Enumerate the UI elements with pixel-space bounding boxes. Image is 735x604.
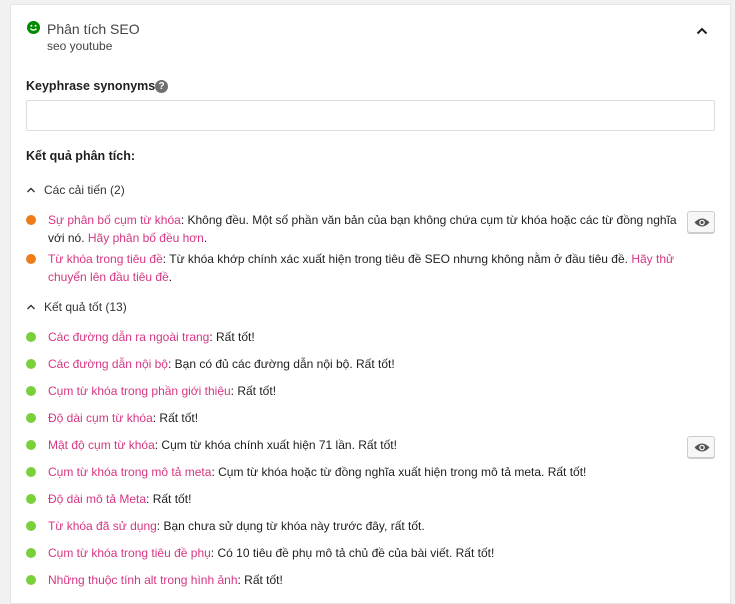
result-link[interactable]: Độ dài cụm từ khóa (48, 411, 153, 425)
good-bullet-icon (26, 440, 36, 450)
result-link[interactable]: Những thuộc tính alt trong hình ảnh (48, 573, 238, 587)
result-link[interactable]: Cụm từ khóa trong tiêu đề phụ (48, 546, 211, 560)
focus-keyphrase: seo youtube (47, 39, 113, 53)
result-text: : Rất tốt! (146, 492, 192, 506)
result-text: : Cụm từ khóa hoặc từ đồng nghĩa xuất hi… (211, 465, 587, 479)
eye-icon (694, 218, 710, 227)
improvements-label: Các cải tiến (2) (44, 183, 125, 197)
good-results-label: Kết quả tốt (13) (44, 300, 127, 314)
result-text: : Từ khóa khớp chính xác xuất hiện trong… (162, 252, 632, 266)
result-text: : Có 10 tiêu đề phụ mô tả chủ đề của bài… (210, 546, 495, 560)
analysis-results-label: Kết quả phân tích: (26, 149, 136, 163)
eye-icon (694, 443, 710, 452)
good-bullet-icon (26, 521, 36, 531)
result-item: Cụm từ khóa trong tiêu đề phụ: Có 10 tiê… (26, 544, 691, 562)
result-link[interactable]: Độ dài mô tả Meta (48, 492, 146, 506)
chevron-up-icon (27, 304, 35, 310)
result-item: Cụm từ khóa trong phần giới thiệu: Rất t… (26, 382, 691, 400)
good-bullet-icon (26, 332, 36, 342)
result-link[interactable]: Sự phân bố cụm từ khóa (48, 213, 181, 227)
problem-bullet-icon (26, 254, 36, 264)
result-link[interactable]: Mật độ cụm từ khóa (48, 438, 155, 452)
result-fix-link[interactable]: Hãy phân bố đều hơn (88, 231, 204, 245)
chevron-up-icon[interactable] (695, 24, 709, 38)
result-item: Mật độ cụm từ khóa: Cụm từ khóa chính xu… (26, 436, 691, 454)
result-link[interactable]: Từ khóa trong tiêu đề (48, 252, 163, 266)
help-icon[interactable]: ? (155, 80, 168, 93)
result-text: : Bạn có đủ các đường dẫn nội bộ. Rất tố… (167, 357, 395, 371)
good-results-toggle[interactable]: Kết quả tốt (13) (26, 300, 127, 314)
result-item: Những thuộc tính alt trong hình ảnh: Rất… (26, 571, 691, 589)
good-bullet-icon (26, 413, 36, 423)
result-text: : Rất tốt! (152, 411, 199, 425)
result-text: : Bạn chưa sử dụng từ khóa này trước đây… (156, 519, 425, 533)
result-text: : Cụm từ khóa chính xuất hiện 71 lần. Rấ… (154, 438, 397, 452)
result-item: Cụm từ khóa trong mô tả meta: Cụm từ khó… (26, 463, 691, 481)
highlight-toggle-button[interactable] (687, 436, 715, 458)
result-text: : Rất tốt! (237, 573, 283, 587)
good-bullet-icon (26, 575, 36, 585)
result-item: Độ dài cụm từ khóa: Rất tốt! (26, 409, 691, 427)
result-text-tail: . (168, 270, 173, 284)
good-bullet-icon (26, 467, 36, 477)
result-item: Độ dài mô tả Meta: Rất tốt! (26, 490, 691, 508)
result-text: : Rất tốt! (209, 330, 255, 344)
result-text-tail: . (203, 231, 208, 245)
keyphrase-synonyms-label: Keyphrase synonyms (26, 79, 156, 93)
result-item: Từ khóa trong tiêu đề: Từ khóa khớp chín… (26, 250, 691, 286)
result-item: Các đường dẫn ra ngoài trang: Rất tốt! (26, 328, 691, 346)
problem-bullet-icon (26, 215, 36, 225)
result-item: Sự phân bố cụm từ khóa: Không đều. Một s… (26, 211, 691, 247)
good-bullet-icon (26, 494, 36, 504)
result-link[interactable]: Các đường dẫn ra ngoài trang (48, 330, 209, 344)
seo-analysis-header[interactable]: Phân tích SEO seo youtube (11, 5, 730, 65)
result-item: Các đường dẫn nội bộ: Bạn có đủ các đườn… (26, 355, 691, 373)
good-bullet-icon (26, 359, 36, 369)
seo-analysis-panel: Phân tích SEO seo youtube Keyphrase syno… (10, 4, 731, 604)
good-bullet-icon (26, 386, 36, 396)
result-link[interactable]: Cụm từ khóa trong phần giới thiệu (48, 384, 231, 398)
chevron-up-icon (27, 187, 35, 193)
result-link[interactable]: Các đường dẫn nội bộ (48, 357, 168, 371)
result-item: Từ khóa đã sử dụng: Bạn chưa sử dụng từ … (26, 517, 691, 535)
highlight-toggle-button[interactable] (687, 211, 715, 233)
result-link[interactable]: Từ khóa đã sử dụng (48, 519, 157, 533)
smiley-face-icon (27, 21, 40, 34)
result-link[interactable]: Cụm từ khóa trong mô tả meta (48, 465, 211, 479)
panel-title: Phân tích SEO (47, 21, 140, 37)
good-bullet-icon (26, 548, 36, 558)
result-text: : Rất tốt! (230, 384, 277, 398)
keyphrase-synonyms-input[interactable] (26, 100, 715, 131)
improvements-toggle[interactable]: Các cải tiến (2) (26, 183, 125, 197)
